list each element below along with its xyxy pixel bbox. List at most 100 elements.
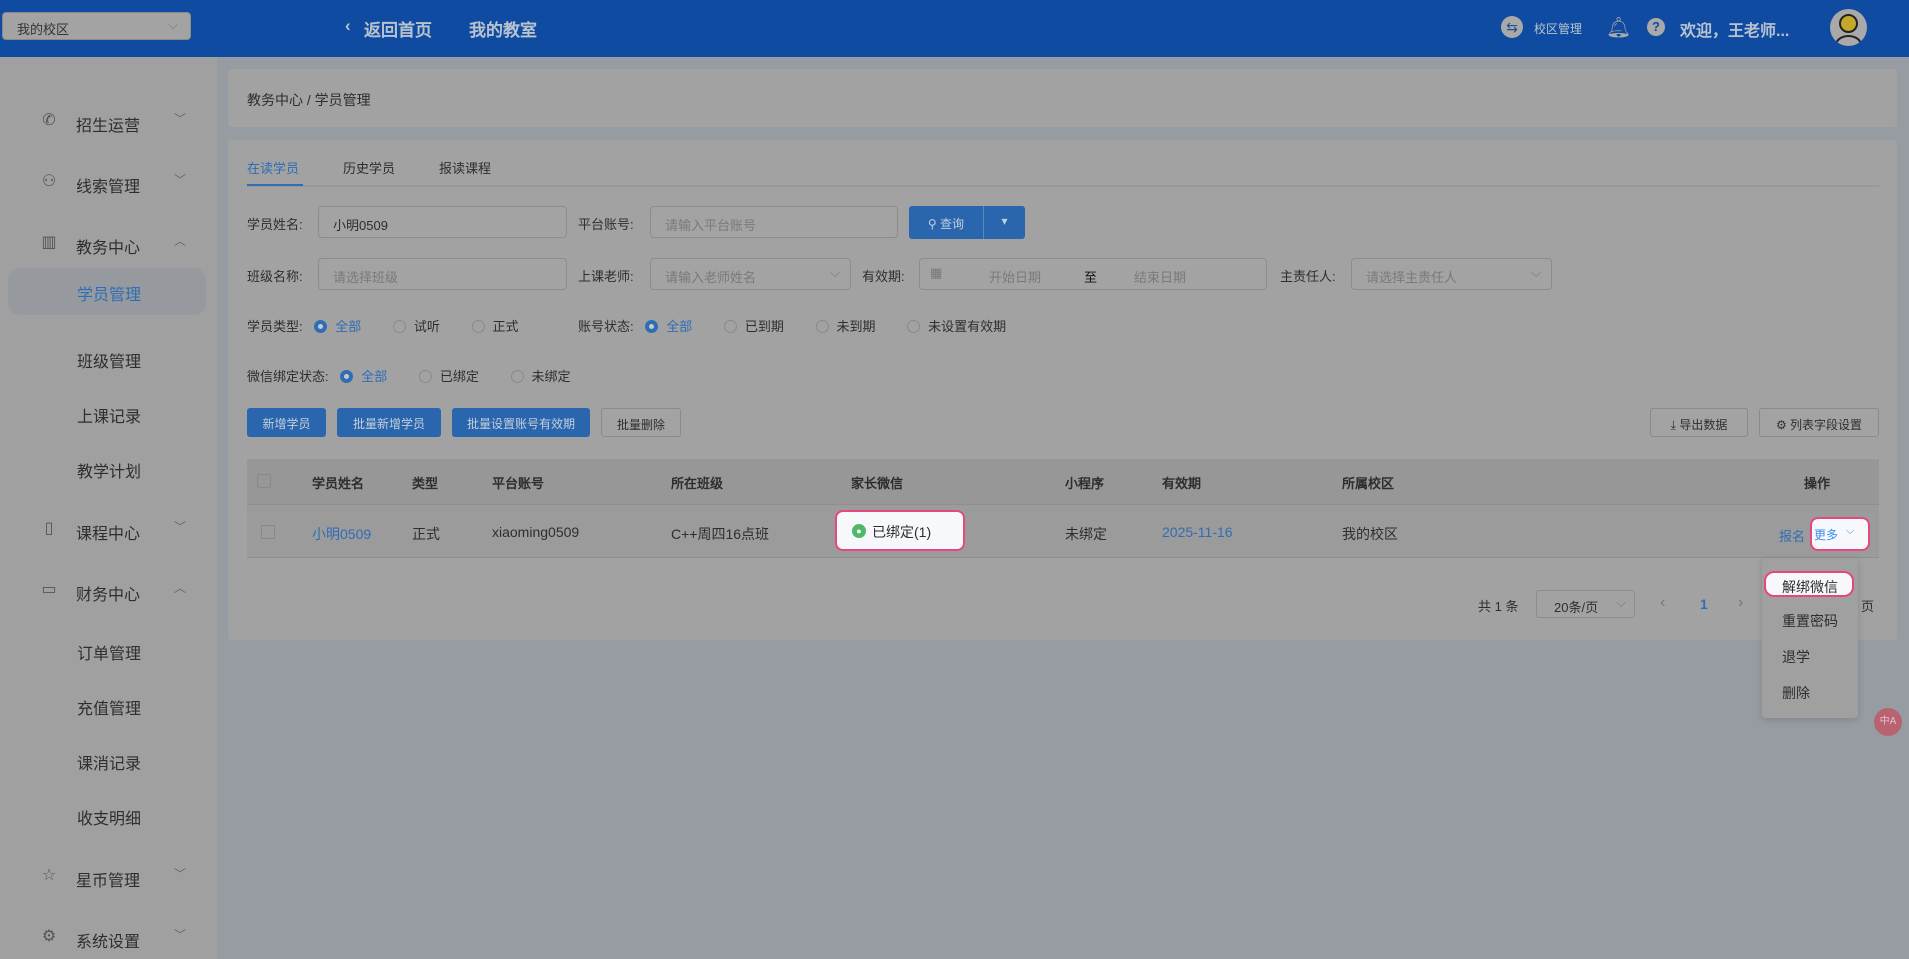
export-button[interactable]: ⤓ 导出数据 <box>1650 408 1748 437</box>
my-classroom-link[interactable]: 我的教室 <box>469 16 537 41</box>
teacher-label: 上课老师: <box>578 269 634 284</box>
campus-manage-link[interactable]: 校区管理 <box>1534 20 1582 37</box>
tab-history-students[interactable]: 历史学员 <box>343 158 395 177</box>
gear-icon: ⚙ <box>41 928 57 945</box>
sidebar-item-income-expense[interactable]: 收支明细 <box>0 795 217 835</box>
chevron-up-icon: ︿ <box>174 581 187 595</box>
chevron-down-icon: ﹀ <box>174 173 187 187</box>
chevron-left-icon: ‹ <box>345 16 351 35</box>
breadcrumb-card: 教务中心 / 学员管理 <box>228 69 1897 127</box>
account-radio-not-expired[interactable]: 未到期 <box>815 319 876 334</box>
chevron-down-icon: ⌵ <box>1531 265 1541 280</box>
tab-enrolled-courses[interactable]: 报读课程 <box>439 158 491 177</box>
range-separator: 至 <box>1084 270 1098 285</box>
chevron-down-icon: ﹀ <box>174 928 187 942</box>
start-date-input[interactable]: 开始日期 <box>989 267 1041 286</box>
teacher-select[interactable]: 请输入老师姓名 ⌵ <box>650 258 851 290</box>
teacher-placeholder: 请输入老师姓名 <box>665 270 757 285</box>
column-settings-button[interactable]: ⚙ 列表字段设置 <box>1759 408 1879 437</box>
sidebar-item-students[interactable]: 学员管理 <box>8 268 206 315</box>
star-icon: ☆ <box>41 867 57 884</box>
translate-icon[interactable]: 中A <box>1874 708 1902 736</box>
next-page-button[interactable]: › <box>1738 594 1743 612</box>
type-radio-all[interactable]: 全部 <box>314 319 361 334</box>
validity-date-range[interactable]: ▦ 开始日期 至 结束日期 <box>919 258 1267 290</box>
sidebar-item-star-coins[interactable]: ☆ 星币管理 ﹀ <box>0 857 217 897</box>
cell-type: 正式 <box>412 526 440 542</box>
student-name-input[interactable]: 小明0509 <box>318 206 567 238</box>
type-radio-trial[interactable]: 试听 <box>392 319 440 334</box>
chevron-down-icon: ﹀ <box>174 867 187 881</box>
menu-item-reset-password[interactable]: 重置密码 <box>1782 611 1838 631</box>
row-checkbox[interactable] <box>261 525 275 539</box>
tab-active-indicator <box>247 184 303 186</box>
switch-campus-icon[interactable]: ⇆ <box>1501 16 1523 38</box>
parent-wechat-cell[interactable]: ● 已绑定(1) <box>835 510 965 551</box>
account-status-label: 账号状态: <box>578 319 634 334</box>
page-size-value: 20条/页 <box>1554 600 1599 615</box>
col-header-actions: 操作 <box>1804 476 1831 491</box>
wechat-label: 微信绑定状态: <box>247 369 329 384</box>
phone-icon: ✆ <box>42 112 56 129</box>
page-size-select[interactable]: 20条/页 ⌵ <box>1536 590 1635 618</box>
page-number-current[interactable]: 1 <box>1700 596 1708 612</box>
tab-current-students[interactable]: 在读学员 <box>247 158 299 177</box>
book-icon: ▯ <box>44 520 54 537</box>
sidebar-item-courses[interactable]: ▯ 课程中心 ﹀ <box>0 510 217 550</box>
owner-placeholder: 请选择主责任人 <box>1366 270 1458 285</box>
sidebar-item-classes[interactable]: 班级管理 <box>0 338 217 378</box>
bell-icon[interactable]: 🔔︎ <box>1606 15 1631 40</box>
batch-add-button[interactable]: 批量新增学员 <box>337 408 441 437</box>
sidebar-item-recharge[interactable]: 充值管理 <box>0 685 217 725</box>
breadcrumb: 教务中心 / 学员管理 <box>247 92 371 108</box>
batch-validity-button[interactable]: 批量设置账号有效期 <box>452 408 590 437</box>
sidebar-item-academic[interactable]: ▥ 教务中心 ︿ <box>0 224 217 264</box>
sidebar-item-orders[interactable]: 订单管理 <box>0 630 217 670</box>
sidebar-item-teaching-plan[interactable]: 教学计划 <box>0 448 217 488</box>
owner-select[interactable]: 请选择主责任人 ⌵ <box>1351 258 1552 290</box>
batch-delete-button[interactable]: 批量删除 <box>601 408 681 437</box>
menu-item-withdraw[interactable]: 退学 <box>1782 647 1810 667</box>
sidebar-item-consumption[interactable]: 课消记录 <box>0 740 217 780</box>
menu-item-unbind-wechat[interactable]: 解绑微信 <box>1764 571 1854 597</box>
col-header-class: 所在班级 <box>671 476 724 491</box>
account-radio-no-validity[interactable]: 未设置有效期 <box>907 319 1006 334</box>
account-radio-all[interactable]: 全部 <box>645 319 692 334</box>
student-name-link[interactable]: 小明0509 <box>312 524 371 544</box>
wechat-radio-all[interactable]: 全部 <box>340 369 387 384</box>
welcome-text[interactable]: 欢迎，王老师... <box>1680 17 1789 41</box>
sidebar-item-leads[interactable]: ⚇ 线索管理 ﹀ <box>0 163 217 203</box>
sidebar: ✆ 招生运营 ﹀ ⚇ 线索管理 ﹀ ▥ 教务中心 ︿ 学员管理 班级管理 上课记录 教学计划… <box>0 57 217 959</box>
cell-validity[interactable]: 2025-11-16 <box>1162 524 1233 540</box>
unbind-wechat-label: 解绑微信 <box>1782 579 1838 595</box>
class-select[interactable]: 请选择班级 <box>318 258 567 290</box>
enroll-link[interactable]: 报名 <box>1779 526 1805 545</box>
select-all-checkbox[interactable] <box>257 474 271 488</box>
sidebar-item-enrollment[interactable]: ✆ 招生运营 ﹀ <box>0 102 217 142</box>
more-dropdown-button[interactable]: 更多 ⌵ <box>1810 517 1870 551</box>
add-student-button[interactable]: 新增学员 <box>247 408 326 437</box>
campus-select[interactable]: 我的校区 ⌵ <box>2 12 191 40</box>
wechat-bound-status[interactable]: 已绑定(1) <box>872 522 931 542</box>
wechat-radio-bound[interactable]: 已绑定 <box>418 369 479 384</box>
col-header-miniapp: 小程序 <box>1065 476 1105 491</box>
sidebar-item-settings[interactable]: ⚙ 系统设置 ﹀ <box>0 918 217 958</box>
back-home-link[interactable]: 返回首页 <box>364 16 432 41</box>
query-button[interactable]: ⚲ 查询 <box>909 206 983 239</box>
prev-page-button[interactable]: ‹ <box>1660 594 1665 612</box>
query-dropdown-button[interactable]: ▾ <box>983 206 1025 239</box>
account-radio-expired[interactable]: 已到期 <box>723 319 784 334</box>
avatar[interactable] <box>1830 9 1867 46</box>
platform-account-input[interactable]: 请输入平台账号 <box>650 206 898 238</box>
type-radio-formal[interactable]: 正式 <box>471 319 519 334</box>
cell-account: xiaoming0509 <box>492 524 580 540</box>
wechat-radio-unbound[interactable]: 未绑定 <box>510 369 571 384</box>
more-label: 更多 <box>1814 528 1839 542</box>
sidebar-item-lesson-records[interactable]: 上课记录 <box>0 393 217 433</box>
pagination-total: 共 1 条 <box>1478 599 1519 614</box>
menu-item-delete[interactable]: 删除 <box>1782 683 1810 703</box>
class-name-label: 班级名称: <box>247 269 303 284</box>
help-icon[interactable]: ? <box>1647 18 1665 36</box>
sidebar-item-finance[interactable]: ▭ 财务中心 ︿ <box>0 571 217 611</box>
end-date-input[interactable]: 结束日期 <box>1134 267 1186 286</box>
